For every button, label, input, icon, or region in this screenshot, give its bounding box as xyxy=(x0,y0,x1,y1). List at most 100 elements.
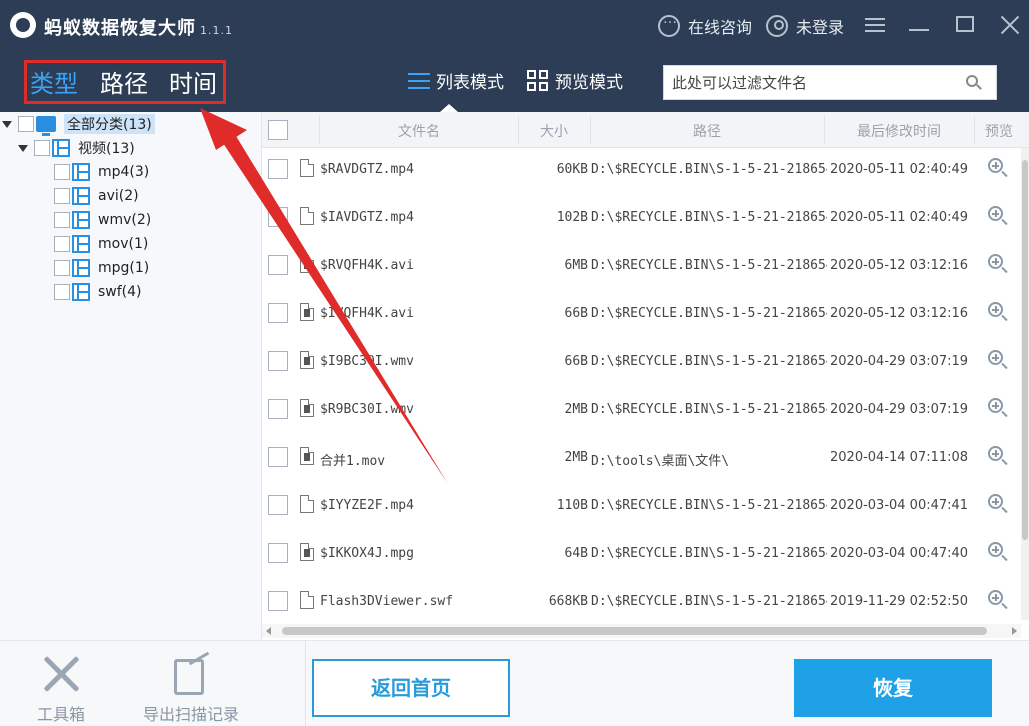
row-checkbox[interactable] xyxy=(268,591,288,611)
checkbox[interactable] xyxy=(18,116,34,132)
row-checkbox[interactable] xyxy=(268,543,288,563)
chat-icon xyxy=(658,11,680,37)
video-icon xyxy=(72,187,90,205)
login-button[interactable]: 未登录 xyxy=(766,14,844,38)
checkbox[interactable] xyxy=(54,212,70,228)
table-row[interactable]: $RVQFH4K.avi 6MB D:\$RECYCLE.BIN\S-1-5-2… xyxy=(262,244,1029,292)
tree-label: avi(2) xyxy=(98,188,139,204)
list-mode-button[interactable]: 列表模式 xyxy=(408,68,504,93)
zoom-in-icon[interactable] xyxy=(988,158,1008,178)
tree-item-mp4[interactable]: mp4(3) xyxy=(54,161,149,183)
file-table-body: $RAVDGTZ.mp4 60KB D:\$RECYCLE.BIN\S-1-5-… xyxy=(262,148,1029,628)
active-mode-indicator xyxy=(440,104,458,112)
column-header-size[interactable]: 大小 xyxy=(518,121,590,141)
preview-mode-button[interactable]: 预览模式 xyxy=(527,68,623,93)
video-icon xyxy=(72,163,90,181)
zoom-in-icon[interactable] xyxy=(988,254,1008,274)
zoom-in-icon[interactable] xyxy=(988,398,1008,418)
row-checkbox[interactable] xyxy=(268,447,288,467)
tab-path[interactable]: 路径 xyxy=(100,64,148,99)
row-checkbox[interactable] xyxy=(268,207,288,227)
table-row[interactable]: $RAVDGTZ.mp4 60KB D:\$RECYCLE.BIN\S-1-5-… xyxy=(262,148,1029,196)
file-size: 668KB xyxy=(548,594,588,609)
video-icon xyxy=(52,139,70,157)
zoom-in-icon[interactable] xyxy=(988,590,1008,610)
video-file-icon xyxy=(300,351,314,369)
tab-type[interactable]: 类型 xyxy=(30,64,78,99)
video-file-icon xyxy=(300,447,314,465)
row-checkbox[interactable] xyxy=(268,399,288,419)
checkbox[interactable] xyxy=(54,284,70,300)
bottom-bar: 工具箱 导出扫描记录 返回首页 恢复 xyxy=(0,640,1029,726)
row-checkbox[interactable] xyxy=(268,255,288,275)
tree-label: wmv(2) xyxy=(98,212,152,228)
table-row[interactable]: $IVQFH4K.avi 66B D:\$RECYCLE.BIN\S-1-5-2… xyxy=(262,292,1029,340)
checkbox[interactable] xyxy=(54,188,70,204)
zoom-in-icon[interactable] xyxy=(988,446,1008,466)
search-input[interactable] xyxy=(672,72,952,94)
minimize-icon[interactable] xyxy=(906,12,932,38)
maximize-icon[interactable] xyxy=(952,12,978,38)
menu-icon[interactable] xyxy=(862,12,888,38)
zoom-in-icon[interactable] xyxy=(988,350,1008,370)
table-row[interactable]: $IYYZE2F.mp4 110B D:\$RECYCLE.BIN\S-1-5-… xyxy=(262,484,1029,532)
tab-time[interactable]: 时间 xyxy=(169,64,217,99)
checkbox[interactable] xyxy=(54,260,70,276)
search-icon[interactable] xyxy=(966,75,982,91)
tree-item-wmv[interactable]: wmv(2) xyxy=(54,209,151,231)
tree-item-avi[interactable]: avi(2) xyxy=(54,185,139,207)
tools-icon xyxy=(38,651,84,697)
list-mode-icon xyxy=(408,72,430,90)
zoom-in-icon[interactable] xyxy=(988,206,1008,226)
column-header-path[interactable]: 路径 xyxy=(590,121,824,141)
row-checkbox[interactable] xyxy=(268,495,288,515)
select-all-checkbox[interactable] xyxy=(268,120,288,140)
expand-caret-icon[interactable] xyxy=(18,144,28,152)
row-checkbox[interactable] xyxy=(268,159,288,179)
tree-root-all[interactable]: 全部分类(13) xyxy=(2,113,155,136)
checkbox[interactable] xyxy=(34,140,50,156)
table-row[interactable]: $IKKOX4J.mpg 64B D:\$RECYCLE.BIN\S-1-5-2… xyxy=(262,532,1029,580)
expand-caret-icon[interactable] xyxy=(2,120,12,128)
table-row[interactable]: $IAVDGTZ.mp4 102B D:\$RECYCLE.BIN\S-1-5-… xyxy=(262,196,1029,244)
divider xyxy=(305,641,306,726)
row-checkbox[interactable] xyxy=(268,303,288,323)
category-tree: 全部分类(13) 视频(13) mp4(3) avi(2) wmv(2) mov… xyxy=(0,112,262,640)
video-icon xyxy=(72,259,90,277)
tree-item-mov[interactable]: mov(1) xyxy=(54,233,148,255)
tree-category-video[interactable]: 视频(13) xyxy=(18,137,135,159)
file-modified-time: 2019-11-29 02:52:50 xyxy=(830,594,969,609)
checkbox[interactable] xyxy=(54,164,70,180)
recover-button[interactable]: 恢复 xyxy=(794,659,992,717)
app-window: 蚂蚁数据恢复大师 1.1.1 在线咨询 未登录 类型 路径 时间 列表模式 xyxy=(0,0,1029,726)
export-scan-button[interactable]: 导出扫描记录 xyxy=(136,651,246,725)
tree-item-swf[interactable]: swf(4) xyxy=(54,281,142,303)
vertical-scrollbar[interactable] xyxy=(1021,148,1029,620)
app-logo-icon xyxy=(10,12,36,38)
close-icon[interactable] xyxy=(997,12,1023,38)
column-header-name[interactable]: 文件名 xyxy=(320,121,518,141)
file-name: 合并1.mov xyxy=(320,454,386,469)
video-file-icon xyxy=(300,543,314,561)
table-row[interactable]: $I9BC30I.wmv 66B D:\$RECYCLE.BIN\S-1-5-2… xyxy=(262,340,1029,388)
zoom-in-icon[interactable] xyxy=(988,542,1008,562)
tree-item-mpg[interactable]: mpg(1) xyxy=(54,257,149,279)
video-icon xyxy=(72,283,90,301)
file-modified-time: 2020-04-14 07:11:08 xyxy=(830,450,969,465)
tree-label: mpg(1) xyxy=(98,260,150,276)
table-row[interactable]: Flash3DViewer.swf 668KB D:\$RECYCLE.BIN\… xyxy=(262,580,1029,628)
preview-mode-label: 预览模式 xyxy=(555,73,623,93)
column-header-modified[interactable]: 最后修改时间 xyxy=(824,121,974,141)
checkbox[interactable] xyxy=(54,236,70,252)
back-home-button[interactable]: 返回首页 xyxy=(312,659,510,717)
zoom-in-icon[interactable] xyxy=(988,494,1008,514)
horizontal-scrollbar[interactable] xyxy=(262,624,1021,638)
table-row[interactable]: 合并1.mov 2MB D:\tools\桌面\文件\ 2020-04-14 0… xyxy=(262,436,1029,484)
column-header-preview[interactable]: 预览 xyxy=(974,121,1024,141)
zoom-in-icon[interactable] xyxy=(988,302,1008,322)
blank-file-icon xyxy=(300,207,314,225)
online-consult-button[interactable]: 在线咨询 xyxy=(658,11,752,38)
row-checkbox[interactable] xyxy=(268,351,288,371)
toolbox-button[interactable]: 工具箱 xyxy=(6,651,116,725)
table-row[interactable]: $R9BC30I.wmv 2MB D:\$RECYCLE.BIN\S-1-5-2… xyxy=(262,388,1029,436)
